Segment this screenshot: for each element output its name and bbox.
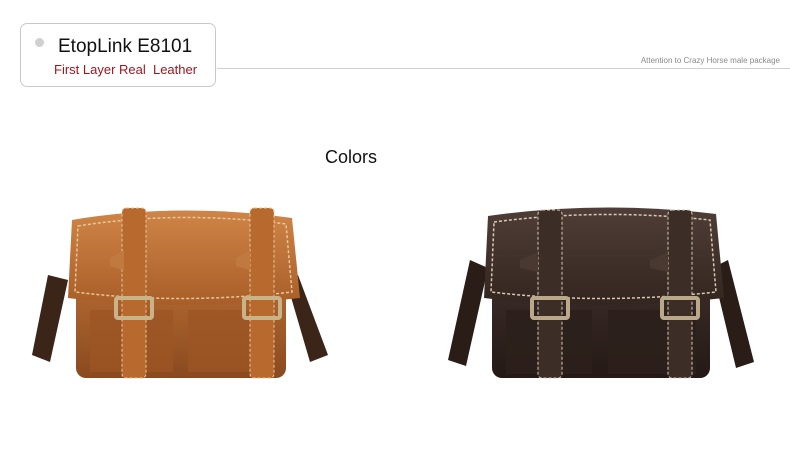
colors-heading: Colors	[325, 147, 378, 167]
product-image-dark-bag[interactable]	[440, 180, 760, 400]
product-image-tan-bag[interactable]	[28, 180, 328, 400]
header-divider	[217, 68, 790, 69]
bullet-dot-icon	[35, 38, 44, 47]
product-title-card: EtopLink E8101 First Layer Real Leather	[20, 23, 216, 87]
model-name: EtopLink E8101	[58, 36, 193, 57]
tagline: Attention to Crazy Horse male package	[640, 56, 780, 65]
material-subtitle: First Layer Real Leather	[54, 62, 198, 77]
